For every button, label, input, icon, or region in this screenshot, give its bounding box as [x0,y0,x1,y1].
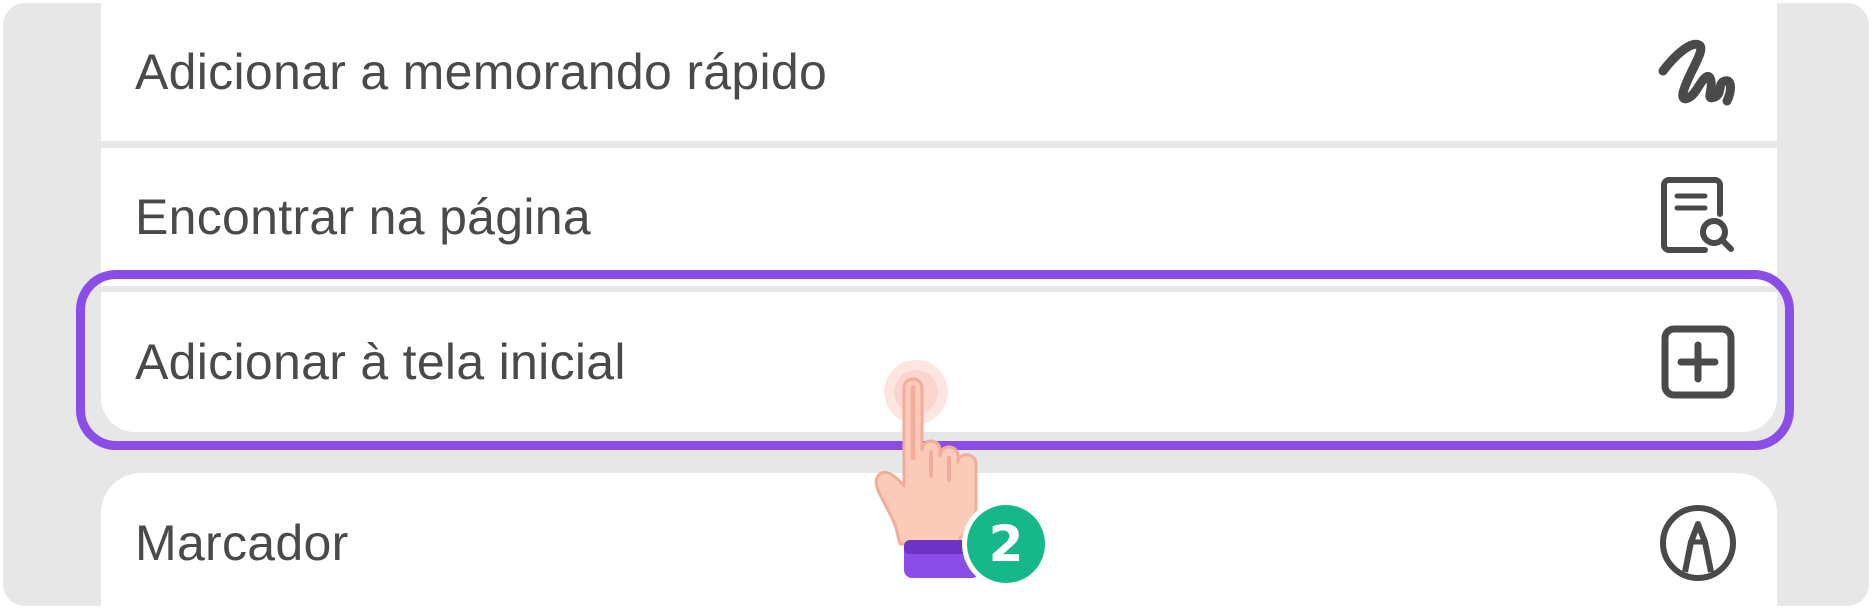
step-number-badge: 2 [962,500,1050,588]
menu-item-label: Encontrar na página [135,189,592,245]
menu-item-label: Adicionar a memorando rápido [135,44,828,100]
menu-item-label: Adicionar à tela inicial [135,334,626,390]
find-in-page-icon [1657,176,1739,258]
add-square-icon [1657,321,1739,403]
menu-item-label: Marcador [135,515,349,571]
menu-item-find-in-page[interactable]: Encontrar na página [101,148,1777,286]
menu-item-add-to-quick-memo[interactable]: Adicionar a memorando rápido [101,3,1777,141]
marker-pen-icon [1657,502,1739,584]
quick-memo-squiggle-icon [1657,31,1739,113]
